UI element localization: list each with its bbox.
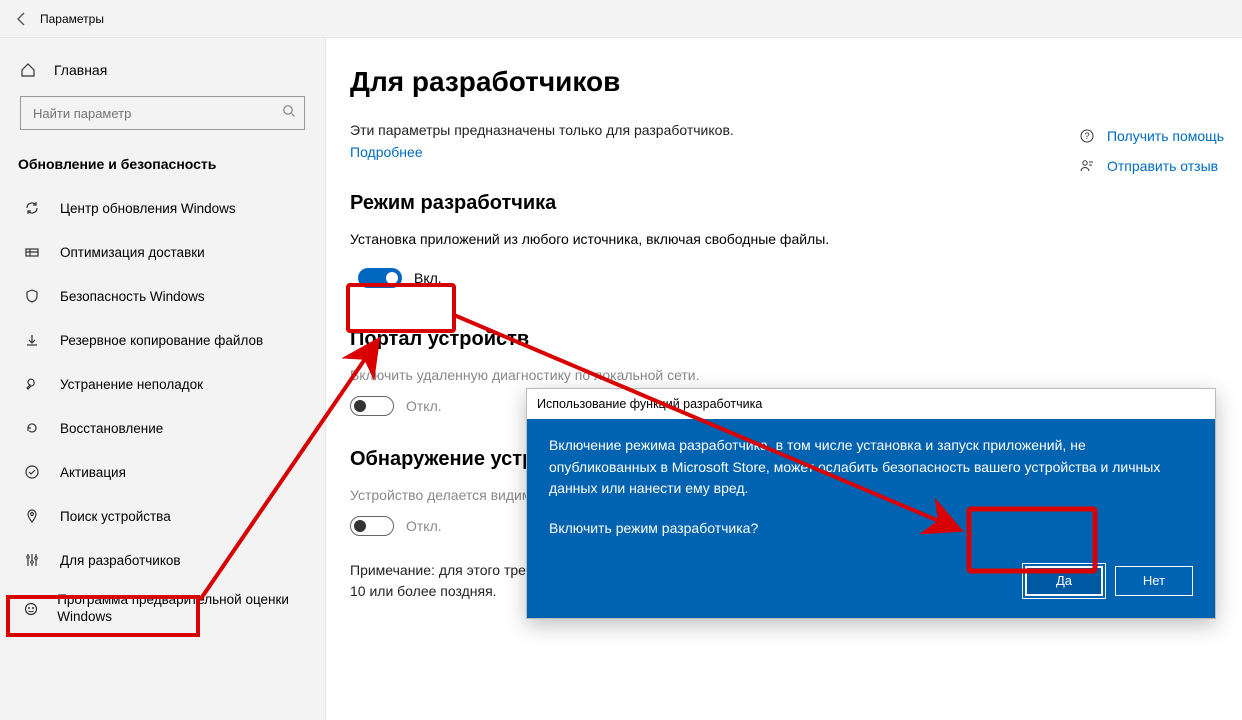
insider-icon (22, 601, 39, 617)
feedback-link[interactable]: Отправить отзыв (1079, 158, 1224, 174)
sidebar-item-label: Резервное копирование файлов (60, 333, 263, 348)
help-icon: ? (1079, 128, 1097, 144)
sidebar-item-label: Программа предварительной оценки Windows (57, 592, 307, 626)
dialog-yes-button[interactable]: Да (1025, 566, 1103, 596)
sidebar-home-label: Главная (54, 62, 107, 78)
dialog-title: Использование функций разработчика (527, 389, 1215, 419)
sidebar-item-label: Поиск устройства (60, 509, 171, 524)
device-portal-desc: Включить удаленную диагностику по локаль… (350, 365, 830, 386)
backup-icon (22, 332, 42, 348)
location-icon (22, 508, 42, 524)
sidebar-home[interactable]: Главная (8, 50, 317, 90)
device-portal-toggle[interactable] (350, 396, 394, 416)
search-icon (282, 104, 296, 123)
dev-mode-toggle-label: Вкл. (414, 270, 442, 286)
device-discovery-toggle-label: Откл. (406, 518, 442, 534)
sidebar-item-backup[interactable]: Резервное копирование файлов (8, 318, 317, 362)
sidebar-item-troubleshoot[interactable]: Устранение неполадок (8, 362, 317, 406)
delivery-icon (22, 244, 42, 260)
dialog-question: Включить режим разработчика? (549, 518, 1193, 540)
sidebar: Главная Обновление и безопасность Центр … (0, 38, 326, 720)
sidebar-item-label: Восстановление (60, 421, 163, 436)
device-portal-heading: Портал устройств (350, 328, 1218, 351)
sidebar-item-delivery-optimization[interactable]: Оптимизация доставки (8, 230, 317, 274)
back-button[interactable] (8, 5, 36, 33)
content-pane: Для разработчиков Эти параметры предназн… (326, 38, 1242, 720)
device-discovery-toggle[interactable] (350, 516, 394, 536)
side-links: ? Получить помощь Отправить отзыв (1079, 128, 1224, 188)
dev-mode-desc: Установка приложений из любого источника… (350, 229, 830, 250)
dialog-message: Включение режима разработчика, в том чис… (549, 435, 1193, 500)
sidebar-item-activation[interactable]: Активация (8, 450, 317, 494)
svg-text:?: ? (1084, 131, 1089, 141)
window-title: Параметры (40, 12, 104, 26)
sidebar-item-developers[interactable]: Для разработчиков (8, 538, 317, 582)
sidebar-item-label: Для разработчиков (60, 553, 181, 568)
help-link[interactable]: ? Получить помощь (1079, 128, 1224, 144)
sidebar-item-label: Оптимизация доставки (60, 245, 205, 260)
search-input[interactable] (31, 105, 282, 122)
titlebar: Параметры (0, 0, 1242, 38)
recovery-icon (22, 420, 42, 436)
page-title: Для разработчиков (350, 66, 1218, 98)
sidebar-item-find-device[interactable]: Поиск устройства (8, 494, 317, 538)
dev-mode-toggle-group: Вкл. (350, 260, 458, 296)
sidebar-item-windows-security[interactable]: Безопасность Windows (8, 274, 317, 318)
check-icon (22, 464, 42, 480)
sync-icon (22, 200, 42, 216)
feedback-label: Отправить отзыв (1107, 158, 1218, 174)
sidebar-item-recovery[interactable]: Восстановление (8, 406, 317, 450)
search-box[interactable] (20, 96, 305, 130)
dialog-no-button[interactable]: Нет (1115, 566, 1193, 596)
dev-mode-heading: Режим разработчика (350, 192, 1218, 215)
sidebar-item-windows-update[interactable]: Центр обновления Windows (8, 186, 317, 230)
wrench-icon (22, 376, 42, 392)
sidebar-item-label: Устранение неполадок (60, 377, 203, 392)
feedback-icon (1079, 158, 1097, 174)
sidebar-item-insider[interactable]: Программа предварительной оценки Windows (8, 582, 317, 636)
sliders-icon (22, 552, 42, 568)
dev-mode-toggle[interactable] (358, 268, 402, 288)
sidebar-item-label: Безопасность Windows (60, 289, 205, 304)
help-label: Получить помощь (1107, 128, 1224, 144)
device-portal-toggle-label: Откл. (406, 398, 442, 414)
sidebar-item-label: Центр обновления Windows (60, 201, 236, 216)
shield-icon (22, 288, 42, 304)
home-icon (20, 62, 36, 78)
developer-features-dialog: Использование функций разработчика Включ… (526, 388, 1216, 619)
sidebar-item-label: Активация (60, 465, 126, 480)
sidebar-category: Обновление и безопасность (8, 148, 317, 186)
